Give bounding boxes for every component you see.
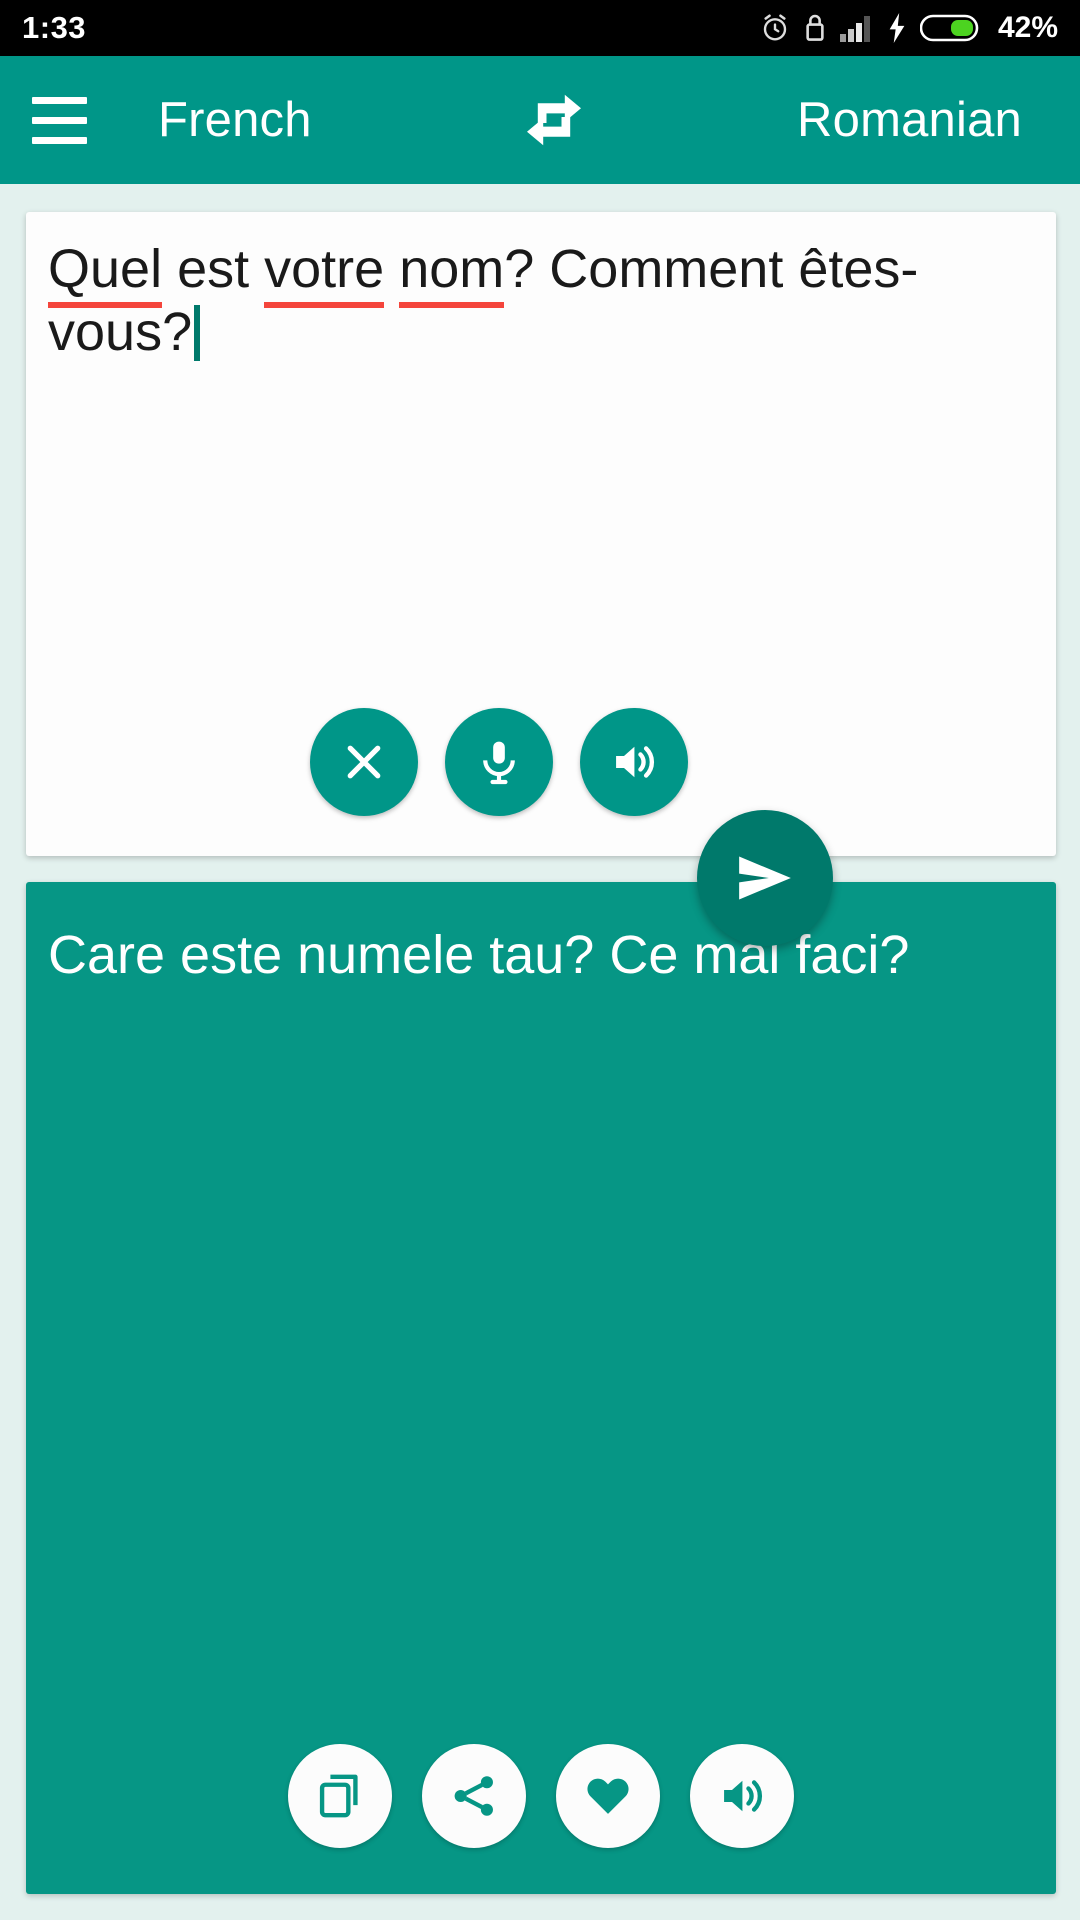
hamburger-line (31, 116, 87, 124)
status-bar-clock: 1:33 (22, 10, 87, 45)
translation-result-card: Care este numele tau? Ce mai faci? (26, 882, 1056, 1894)
source-word-misspelled: votre (264, 239, 385, 299)
source-word: ? Comment (504, 239, 799, 299)
voice-input-button[interactable] (445, 708, 553, 816)
hamburger-menu-icon[interactable] (0, 56, 118, 184)
source-text-card: Quel est votre nom? Comment êtes-vous? (26, 212, 1056, 856)
source-action-buttons (26, 708, 1056, 816)
hamburger-line (31, 96, 87, 104)
translation-result-text: Care este numele tau? Ce mai faci? (48, 925, 910, 985)
source-word (384, 239, 399, 299)
result-action-buttons (26, 1744, 1056, 1848)
target-language-selector[interactable]: Romanian (797, 92, 1022, 148)
signal-bars-icon (839, 14, 874, 42)
source-text-input[interactable]: Quel est votre nom? Comment êtes-vous? (48, 238, 1032, 363)
clear-button[interactable] (310, 708, 418, 816)
lock-icon (804, 13, 826, 43)
source-word: est (162, 239, 265, 299)
favorite-button[interactable] (556, 1744, 660, 1848)
text-caret (194, 304, 201, 361)
source-word-misspelled: Quel (48, 239, 163, 299)
source-word-misspelled: nom (399, 239, 505, 299)
copy-button[interactable] (288, 1744, 392, 1848)
app-bar: French Romanian (0, 56, 1080, 184)
hamburger-line (31, 136, 87, 144)
speak-result-button[interactable] (690, 1744, 794, 1848)
battery-icon (919, 13, 980, 43)
send-button[interactable] (697, 810, 833, 946)
alarm-icon (760, 13, 790, 43)
source-word: ? (162, 301, 193, 362)
speak-source-button[interactable] (580, 708, 688, 816)
swap-languages-icon[interactable] (499, 65, 609, 175)
source-language-selector[interactable]: French (158, 92, 312, 148)
source-text-content: Quel est votre nom? Comment êtes-vous? (48, 238, 1032, 363)
status-bar-icons: 42% (760, 11, 1058, 45)
battery-percent-label: 42% (997, 11, 1058, 44)
status-bar: 1:33 42% (0, 0, 1080, 56)
charging-bolt-icon (888, 13, 906, 43)
share-button[interactable] (422, 1744, 526, 1848)
